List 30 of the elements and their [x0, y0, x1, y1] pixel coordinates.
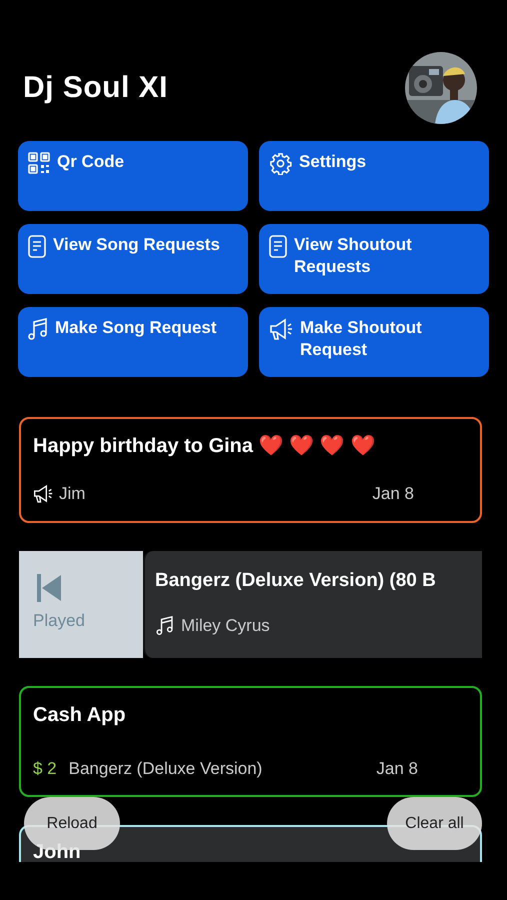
request-card[interactable]: Cash App $ 2 Bangerz (Deluxe Version) Jan 8 [19, 686, 482, 797]
song-request-card[interactable]: Bangerz (Deluxe Version) (80 B Miley Cyrus [143, 550, 482, 658]
music-note-icon [28, 317, 48, 341]
document-icon [269, 234, 287, 258]
megaphone-icon [33, 484, 53, 504]
action-label: Played [33, 610, 86, 632]
action-button[interactable]: Make Shoutout Request [259, 307, 489, 377]
action-button[interactable]: Settings [259, 141, 489, 211]
action-button[interactable]: Make Song Request [18, 307, 248, 377]
settings-icon [269, 151, 292, 175]
request-date: Jan 8 [376, 758, 418, 780]
document-icon [28, 234, 46, 258]
action-button[interactable]: View Song Requests [18, 224, 248, 294]
action-button[interactable]: View Shoutout Requests [259, 224, 489, 294]
page-title: Dj Soul XI [23, 70, 168, 106]
song-title: Bangerz (Deluxe Version) [68, 758, 262, 780]
sender-name: Jim [59, 483, 86, 505]
card-title: Cash App [33, 702, 127, 728]
skip-back-icon [37, 574, 61, 602]
megaphone-icon [269, 317, 293, 341]
qr-code-icon [28, 151, 50, 174]
clear-all-button[interactable]: Clear all [387, 797, 482, 850]
request-card[interactable]: Happy birthday to Gina ❤ ❤ ❤ ❤ Jim Jan 8 [19, 417, 482, 522]
shoutout-message: Happy birthday to Gina ❤ ❤ ❤ ❤ [33, 434, 376, 459]
action-button[interactable]: Qr Code [18, 141, 248, 211]
request-date: Jan 8 [372, 483, 414, 505]
song-title: Bangerz (Deluxe Version) (80 B [155, 568, 437, 592]
payment-amount: $ 2 [33, 758, 57, 780]
artist-name: Miley Cyrus [181, 615, 270, 637]
music-note-icon [155, 616, 175, 636]
